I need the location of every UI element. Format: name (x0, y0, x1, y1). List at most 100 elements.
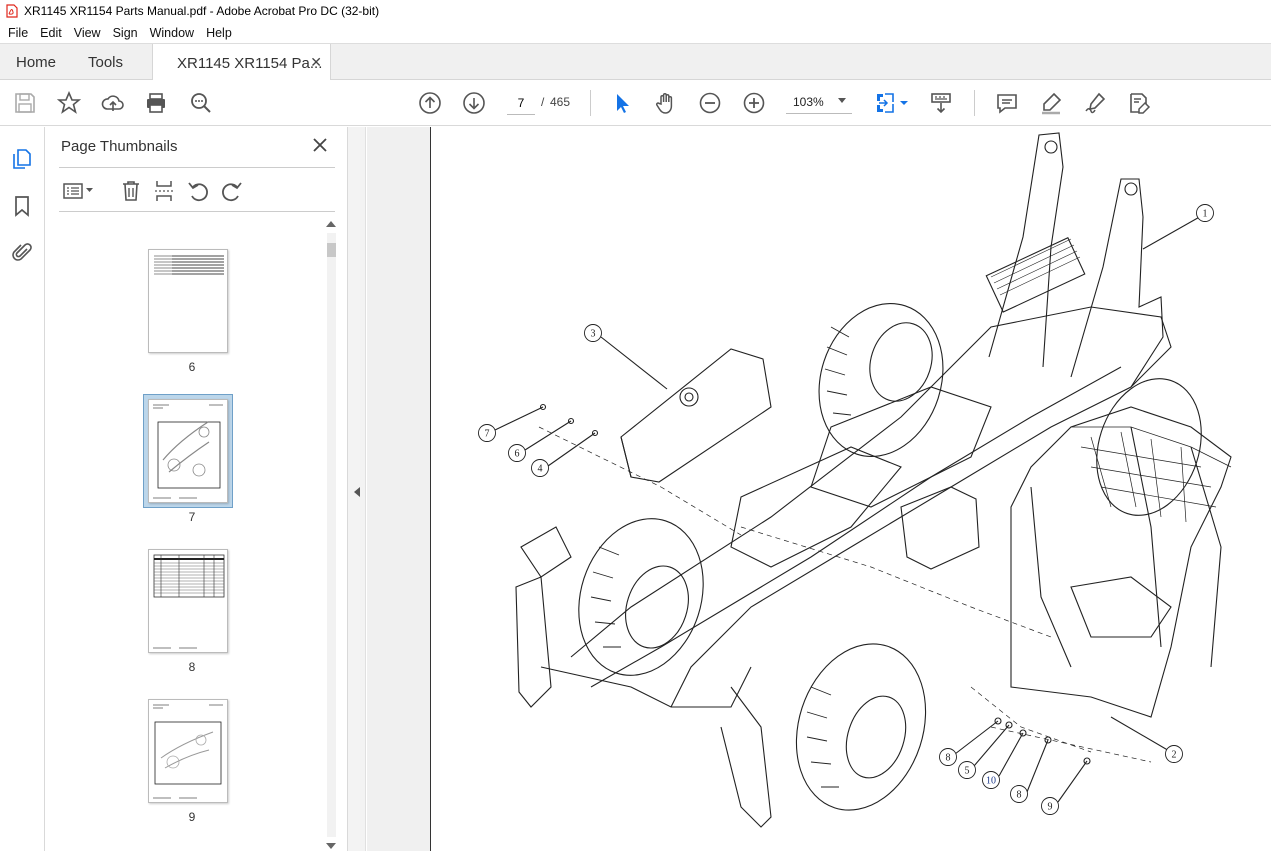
find-zoom-icon[interactable] (189, 91, 213, 115)
callout-number: 9 (1048, 802, 1053, 813)
hand-tool-icon[interactable] (654, 91, 678, 115)
collapse-panel-icon[interactable] (354, 487, 360, 497)
select-cursor-icon[interactable] (610, 91, 634, 115)
menu-help[interactable]: Help (200, 26, 238, 40)
leader-line (524, 420, 572, 451)
highlight-pen-icon[interactable] (1039, 91, 1063, 115)
star-icon[interactable] (57, 91, 81, 115)
leader-line (973, 724, 1010, 767)
toolbar-divider (590, 90, 591, 116)
left-rail (0, 127, 45, 851)
tab-document[interactable]: XR1145 XR1154 Pa... ✕ (152, 44, 331, 82)
zoom-out-icon[interactable] (698, 91, 722, 115)
pivot-pin (1044, 140, 1058, 154)
hydraulic-tank (620, 436, 632, 478)
chassis-frame (730, 446, 902, 568)
thumbnail-page-number: 9 (188, 810, 196, 824)
thumbnail-options-icon[interactable] (62, 180, 84, 202)
thumbnail-page-number: 6 (188, 360, 196, 374)
document-view[interactable]: 1 2 3 4 5 6 7 8 8 9 10 (367, 127, 1271, 851)
page-number-input[interactable] (507, 91, 535, 115)
tab-document-label: XR1145 XR1154 Pa... (177, 54, 323, 72)
tab-home[interactable]: Home (16, 44, 56, 81)
front-carriage (520, 526, 572, 578)
rotate-counterclockwise-icon[interactable] (187, 179, 209, 203)
fit-page-icon[interactable] (874, 91, 898, 115)
explode-line (538, 426, 742, 536)
scroll-up-icon[interactable] (326, 221, 336, 227)
comment-icon[interactable] (995, 91, 1019, 115)
callout-number: 8 (1017, 790, 1022, 801)
window-title: XR1145 XR1154 Parts Manual.pdf - Adobe A… (24, 4, 380, 18)
menu-sign[interactable]: Sign (107, 26, 144, 40)
front-carriage (720, 686, 772, 828)
thumbnail-page[interactable] (148, 249, 228, 353)
next-page-icon[interactable] (462, 91, 486, 115)
save-icon[interactable] (13, 91, 37, 115)
extract-page-icon[interactable] (153, 179, 175, 203)
print-icon[interactable] (144, 91, 168, 115)
callout-number: 5 (965, 766, 970, 777)
attachment-icon[interactable] (10, 240, 34, 264)
menu-edit[interactable]: Edit (34, 26, 68, 40)
total-pages: 465 (550, 95, 571, 109)
page-separator: / (541, 95, 545, 109)
leader-line (1057, 760, 1088, 803)
close-panel-icon[interactable] (311, 136, 329, 154)
thumbnail-page-number: 8 (188, 660, 196, 674)
leader-line (600, 336, 668, 390)
leader-line (547, 432, 596, 467)
thumbnail-page[interactable] (148, 549, 228, 653)
scroll-down-icon[interactable] (326, 843, 336, 849)
menu-file[interactable]: File (2, 26, 34, 40)
zoom-in-icon[interactable] (742, 91, 766, 115)
chevron-down-icon[interactable] (85, 185, 94, 195)
chevron-down-icon (838, 98, 846, 103)
scrollbar-thumb[interactable] (327, 243, 336, 257)
tank-cap (684, 392, 694, 402)
battery-box (900, 486, 980, 570)
menu-view[interactable]: View (68, 26, 107, 40)
lift-arm (988, 132, 1064, 368)
thumbnail-page[interactable] (148, 699, 228, 803)
leader-line (1026, 739, 1049, 793)
scrollbar-track[interactable] (327, 233, 336, 837)
tank-cap (679, 387, 699, 407)
explode-line (970, 686, 1092, 753)
thumbnail-scrollbar[interactable] (324, 219, 338, 851)
panel-collapse-strip[interactable] (348, 127, 366, 851)
bookmark-icon[interactable] (10, 194, 34, 218)
chassis-frame (810, 386, 992, 508)
menu-window[interactable]: Window (144, 26, 200, 40)
radiator-grille (985, 237, 1086, 313)
chassis-frame (590, 366, 1122, 688)
close-tab-icon[interactable]: ✕ (310, 54, 322, 71)
tab-tools[interactable]: Tools (88, 44, 123, 81)
page-thumbnails-icon[interactable] (10, 147, 34, 171)
thumbnail-page-selected[interactable] (148, 399, 228, 503)
panel-title: Page Thumbnails (61, 138, 178, 155)
delete-page-icon[interactable] (120, 179, 142, 203)
cab-frame (1030, 426, 1222, 668)
leader-line (494, 406, 544, 431)
zoom-level-value: 103% (793, 94, 824, 109)
callout-number: 4 (538, 464, 543, 475)
callout-number: 10 (986, 776, 996, 787)
toolbar-divider (974, 90, 975, 116)
thumbnails-panel: Page Thumbnails 6 7 8 9 (45, 127, 348, 851)
callout-number: 7 (485, 429, 490, 440)
draw-signature-icon[interactable] (1083, 91, 1107, 115)
fit-options-chevron-icon[interactable] (899, 91, 909, 115)
rotate-clockwise-icon[interactable] (221, 179, 243, 203)
tire-tread (590, 326, 852, 788)
tire (869, 322, 933, 402)
previous-page-icon[interactable] (418, 91, 442, 115)
zoom-level-dropdown[interactable]: 103% (786, 90, 852, 114)
callout-number: 1 (1203, 209, 1208, 220)
upload-cloud-icon[interactable] (101, 91, 125, 115)
fill-sign-icon[interactable] (1127, 91, 1151, 115)
leader-line (1110, 716, 1172, 753)
scroll-mode-icon[interactable] (929, 91, 953, 115)
tire (845, 695, 907, 779)
callout-number: 6 (515, 449, 520, 460)
